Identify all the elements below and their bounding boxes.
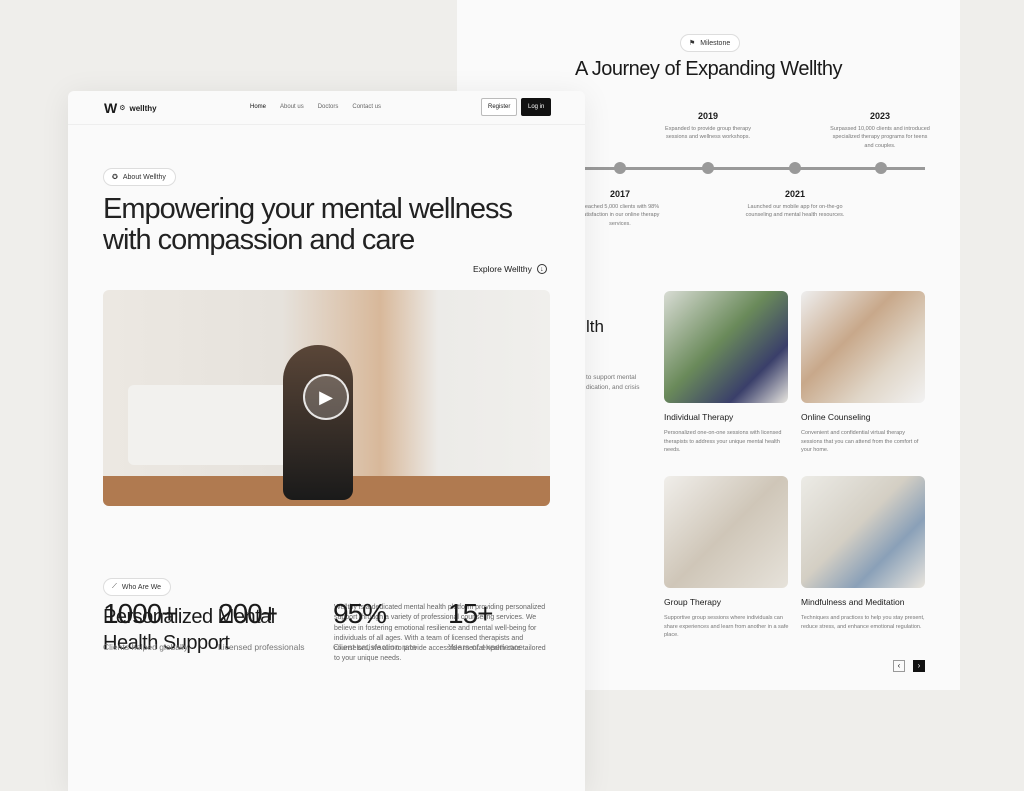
timeline-dot [614,162,626,174]
person [283,345,353,500]
hero-title-line: Empowering your mental wellness [103,193,513,225]
explore-label: Explore Wellthy [473,264,532,274]
timeline-line [585,167,925,170]
logo-icon: W [104,100,117,116]
group-therapy-image [664,476,788,588]
service-title[interactable]: Group Therapy [664,597,721,607]
play-icon[interactable]: ▶ [303,374,349,420]
nav-contact[interactable]: Contact us [352,104,381,110]
service-desc: Convenient and confidential virtual ther… [801,430,919,454]
stat-label: Licensed professionals [218,642,305,652]
year-desc: Launched our mobile app for on-the-go co… [745,204,845,219]
wand-icon: ⟋ [112,583,117,590]
stat-label: Client satisfaction rate [333,642,417,652]
explore-link[interactable]: Explore Wellthy ↓ [473,264,547,274]
year-desc: Reached 5,000 clients with 98% satisfact… [580,204,660,227]
year-desc: Surpassed 10,000 clients and introduced … [830,126,930,149]
who-badge: ⟋ Who Are We [103,578,172,596]
timeline-dot [789,162,801,174]
brand-name: wellthy [129,103,157,113]
service-desc: Personalized one-on-one sessions with li… [664,430,782,454]
register-button[interactable]: Register [481,98,518,116]
nav-doctors[interactable]: Doctors [318,104,339,110]
timeline-dot [875,162,887,174]
main-nav: Home About us Doctors Contact us [250,104,395,110]
services-intro: to support mental dication, and crisis [586,373,639,394]
stat-value: 95% [333,598,387,629]
prev-button[interactable]: ‹ [893,660,905,672]
individual-therapy-image [664,291,788,403]
hero-title: Empowering your mental wellness with comp… [103,193,513,256]
intro-line: dication, and crisis [586,384,640,392]
stat-value: 1000+ [103,598,178,629]
gear-logo-icon: ⚙ [119,105,126,112]
service-desc: Supportive group sessions where individu… [664,615,789,639]
about-badge: ✪ About Wellthy [103,168,176,186]
chevron-left-icon: ‹ [897,661,901,670]
year-desc: Expanded to provide group therapy sessio… [665,126,751,141]
service-title[interactable]: Mindfulness and Meditation [801,597,904,607]
next-button[interactable]: › [913,660,925,672]
milestone-badge: ⚑ Milestone [680,34,741,52]
service-desc: Techniques and practices to help you sta… [801,615,925,630]
hero-title-line: with compassion and care [103,224,415,256]
landing-page: W ⚙ wellthy Home About us Doctors Contact… [68,91,585,791]
hero-video[interactable]: ▶ [103,290,550,506]
award-icon: ✪ [112,174,118,181]
stat-value: 15+ [448,598,493,629]
logo[interactable]: W ⚙ wellthy [104,100,157,116]
flag-icon: ⚑ [689,40,696,47]
login-button[interactable]: Log in [521,98,552,116]
services-heading: lth [586,317,604,336]
stat-label: Clients helped globally [103,642,189,652]
year-2019: 2019 [697,111,719,121]
sofa [128,385,308,465]
divider [68,124,585,125]
timeline-dot [702,162,714,174]
service-title[interactable]: Individual Therapy [664,412,733,422]
milestone-title: A Journey of Expanding Wellthy [574,58,843,80]
service-title[interactable]: Online Counseling [801,412,870,422]
intro-line: to support mental [586,374,637,381]
online-counseling-image [801,291,925,403]
stat-label: Years of experience [448,642,523,652]
year-2021: 2021 [784,189,806,199]
mindfulness-image [801,476,925,588]
nav-about[interactable]: About us [280,104,304,110]
nav-home[interactable]: Home [250,104,266,110]
year-2023: 2023 [869,111,891,121]
stat-value: 200+ [218,598,278,629]
arrow-down-circle-icon: ↓ [536,264,547,274]
chevron-right-icon: › [917,661,921,670]
